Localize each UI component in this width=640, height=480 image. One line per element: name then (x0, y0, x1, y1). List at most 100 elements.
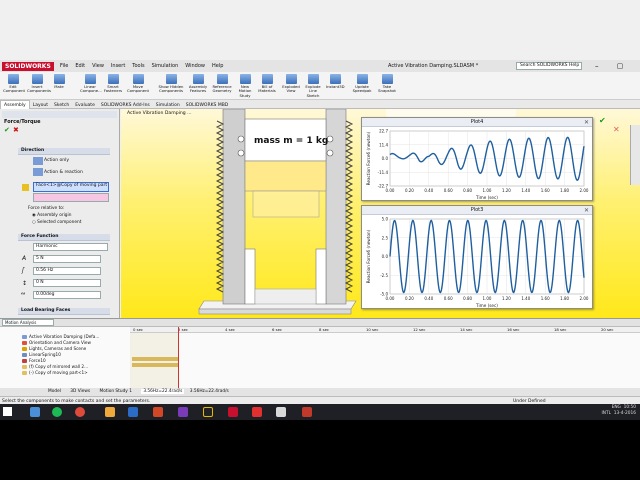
new-motion-study-button[interactable]: New Motion Study (236, 74, 254, 98)
force-function-header[interactable]: Force Function (18, 234, 110, 241)
camera-view-icon (22, 341, 27, 345)
linear-pattern-button[interactable]: Linear Compone... (80, 74, 102, 94)
smart-fasteners-button[interactable]: Smart Fasteners (103, 74, 123, 94)
frequency-field[interactable]: 0.56 Hz (33, 267, 101, 275)
plot4-window[interactable]: Plot4 ✕ 22.7 11.4 0.0 -11.4 -22.7 0.00 0.20 0.4… (361, 117, 593, 201)
menu-tools[interactable]: Tools (132, 60, 144, 72)
x-axis-label: Time (sec) (475, 195, 498, 200)
menu-bar: File Edit View Insert Tools Simulation Window H… (60, 60, 230, 72)
menu-edit[interactable]: Edit (75, 60, 85, 72)
menu-window[interactable]: Window (185, 60, 205, 72)
chrome-icon[interactable] (75, 407, 85, 417)
function-type-select[interactable]: Harmonic (33, 243, 108, 251)
instant3d-button[interactable]: Instant3D (326, 74, 345, 89)
left-springs (215, 120, 225, 293)
plot3-window[interactable]: Plot3 ✕ 5.0 2.5 0.0 -2.5 -5.0 0.00 0.20 0.40 0.6… (361, 205, 593, 309)
assembly-origin-radio[interactable]: ◉ Assembly origin (32, 213, 71, 218)
pdf-icon[interactable] (276, 407, 286, 417)
app-icon[interactable] (302, 407, 312, 417)
cancel-icon[interactable]: ✖ (13, 126, 19, 134)
pm-tab-strip (2, 111, 117, 118)
edit-component-button[interactable]: Edit Component (3, 74, 25, 94)
word-icon[interactable] (128, 407, 138, 417)
part-icon (22, 371, 27, 375)
edit-component-icon (7, 74, 19, 84)
analysis-type-select[interactable]: Motion Analysis (2, 319, 54, 326)
menu-simulation[interactable]: Simulation (152, 60, 179, 72)
frequency-icon: ʃ (22, 267, 25, 274)
graphics-area[interactable]: Active Vibration Damping ... mass m = 1 … (121, 109, 640, 318)
autodesk-icon[interactable] (203, 407, 213, 417)
feature-tree-flyout[interactable]: Active Vibration Damping ... (127, 111, 192, 116)
reference-geometry-button[interactable]: Reference Geometry (211, 74, 233, 94)
exploded-view-button[interactable]: Exploded View (281, 74, 301, 94)
menu-file[interactable]: File (60, 60, 68, 72)
time-bar[interactable] (178, 327, 179, 388)
matlab-icon[interactable] (105, 407, 115, 417)
onenote-icon[interactable] (178, 407, 188, 417)
assembly-features-button[interactable]: Assembly Features (187, 74, 209, 94)
action-only-label[interactable]: Action only (44, 158, 69, 163)
x-tick-label: 1.80 (560, 296, 569, 301)
second-selection-field[interactable] (33, 193, 109, 202)
tab-motion-study-2[interactable]: 3.56Hz=22.4rad/s (141, 389, 185, 394)
update-speedpak-button[interactable]: Update Speedpak (352, 74, 372, 94)
plot4-chart: 22.711.40.0-11.4-22.70.00 0.20 0.40 0.60 0.8… (366, 129, 589, 201)
tree-item-moving-part[interactable]: (-) Copy of moving part<1> (22, 370, 128, 376)
bill-of-materials-button[interactable]: Bill of Materials (257, 74, 277, 94)
amplitude-field[interactable]: 5 N (33, 255, 101, 263)
ok-icon[interactable]: ✔ (4, 126, 10, 134)
action-reaction-icon[interactable] (33, 168, 43, 176)
selected-component-radio[interactable]: ○ Selected component (32, 220, 81, 225)
menu-insert[interactable]: Insert (111, 60, 125, 72)
solidworks-task-icon[interactable] (228, 407, 238, 417)
move-component-button[interactable]: Move Component (127, 74, 149, 94)
average-field[interactable]: 0 N (33, 279, 101, 287)
search-input[interactable]: Search SOLIDWORKS Help (516, 62, 582, 70)
take-snapshot-button[interactable]: Take Snapshot (377, 74, 397, 94)
show-hidden-components-button[interactable]: Show Hidden Components (158, 74, 184, 94)
close-icon[interactable]: ✕ (584, 206, 589, 215)
spotify-icon[interactable] (52, 407, 62, 417)
y-tick-label: 22.7 (379, 129, 388, 134)
powerpoint-icon[interactable] (153, 407, 163, 417)
windows-start-icon[interactable] (3, 407, 12, 416)
face-selection-field[interactable]: Face<1>@Copy of moving part (33, 182, 109, 192)
task-pane-tabs[interactable] (630, 125, 640, 185)
floor-box (254, 288, 317, 305)
action-only-icon[interactable] (33, 157, 43, 165)
y-tick-label: 0.0 (382, 156, 389, 161)
acrobat-icon[interactable] (252, 407, 262, 417)
y-axis-label: Reaction Force6 (newton) (366, 229, 371, 283)
tab-motion-study-1[interactable]: Motion Study 1 (100, 389, 132, 394)
tab-3d-views[interactable]: 3D Views (70, 389, 90, 394)
action-reaction-label[interactable]: Action & reaction (44, 170, 83, 175)
time-ruler[interactable]: 0 sec 2 sec 4 sec 6 sec 8 sec 10 sec 12 … (130, 327, 640, 333)
phase-field[interactable]: 0.00deg (33, 291, 101, 299)
close-icon[interactable]: ✕ (584, 118, 589, 127)
mate-button[interactable]: Mate (52, 74, 66, 89)
plot4-title: Plot4 (362, 118, 592, 127)
explode-line-sketch-button[interactable]: Explode Line Sketch (303, 74, 323, 98)
move-component-icon (132, 74, 144, 84)
cancel-corner-icon[interactable]: ✕ (613, 125, 620, 134)
direction-header[interactable]: Direction (18, 148, 110, 155)
tab-motion-study-3[interactable]: 3.56Hz=22.4rad/s (190, 389, 229, 394)
system-tray[interactable]: ENG 10:50 INTL 13-4-2016 (602, 405, 637, 417)
model-motion-tabs: Model 3D Views Motion Study 1 3.56Hz=22.… (0, 388, 640, 396)
insert-components-button[interactable]: Insert Components (27, 74, 51, 94)
solidworks-window: SOLIDWORKS File Edit View Insert Tools Simula… (0, 0, 640, 420)
file-explorer-icon[interactable] (30, 407, 40, 417)
tab-model[interactable]: Model (48, 389, 61, 394)
heads-up-toolbar[interactable] (386, 109, 516, 117)
motion-toolbar (0, 319, 640, 327)
menu-view[interactable]: View (92, 60, 104, 72)
x-tick-label: 0.60 (444, 188, 453, 193)
y-tick-label: 0.0 (382, 254, 389, 259)
load-bearing-header[interactable]: Load Bearing Faces (18, 308, 110, 315)
menu-help[interactable]: Help (212, 60, 223, 72)
y-tick-label: 2.5 (382, 235, 389, 240)
assembly-features-icon (192, 74, 204, 84)
confirm-icon[interactable]: ✔ (599, 116, 606, 125)
x-tick-label: 1.00 (483, 188, 492, 193)
